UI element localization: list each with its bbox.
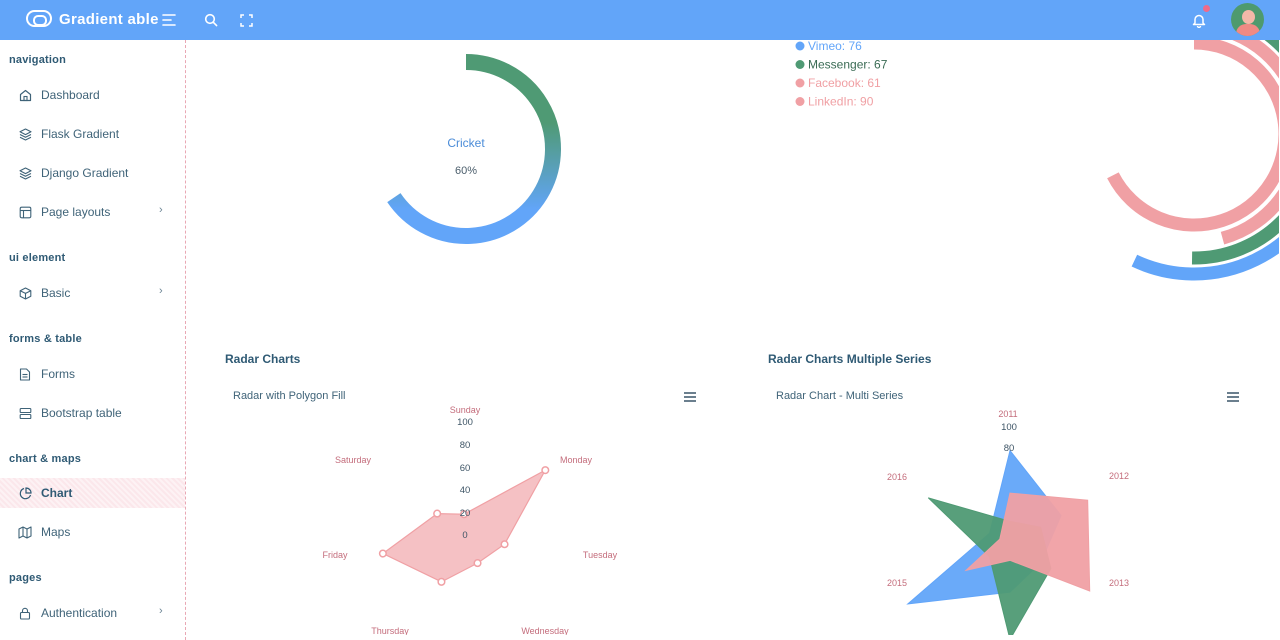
radial-bar-chart: Cricket 60%: [387, 54, 561, 244]
legend-item-vimeo: Vimeo: 76: [808, 40, 862, 53]
sidebar-item-forms[interactable]: Forms: [0, 359, 185, 389]
radial-legend: Vimeo: 76 Messenger: 67 Facebook: 61 Lin…: [795, 40, 888, 109]
radar-multi-section-title: Radar Charts Multiple Series: [768, 352, 932, 366]
radar-category-label: Thursday: [371, 626, 409, 635]
radar-tick-label: 60: [460, 463, 471, 474]
radar-category-label: Tuesday: [583, 550, 618, 560]
radar-category-label: Sunday: [450, 405, 481, 415]
home-icon: [18, 88, 32, 102]
nav-caption-ui-element: ui element: [9, 252, 66, 264]
sidebar-item-page-layouts[interactable]: Page layouts ›: [0, 197, 185, 227]
layers-icon: [18, 166, 32, 180]
radar-point-saturday: [433, 509, 442, 518]
sidebar-item-flask-gradient[interactable]: Flask Gradient: [0, 119, 185, 149]
sidebar-item-label: Bootstrap table: [41, 406, 122, 420]
radar-point-wednesday: [473, 559, 482, 568]
sidebar-item-label: Dashboard: [41, 88, 100, 102]
layers-icon: [18, 127, 32, 141]
radar-point-thursday: [437, 577, 446, 586]
lock-icon: [18, 606, 32, 620]
sidebar-item-label: Basic: [41, 286, 71, 300]
menu-toggle-icon[interactable]: [158, 8, 182, 32]
nav-caption-pages: pages: [9, 572, 42, 584]
legend-item-linkedin: LinkedIn: 90: [808, 95, 874, 109]
sidebar-item-label: Authentication: [41, 606, 118, 620]
radar-tick-label: 40: [460, 485, 471, 496]
radial-value: 60%: [455, 165, 477, 177]
main-content: Cricket 60% Vimeo: 76 Messenger: 67 Face…: [187, 40, 1280, 640]
sidebar-item-label: Django Gradient: [41, 166, 129, 180]
radar-category-label: 2011: [998, 409, 1017, 419]
radar-tick-label: 100: [457, 417, 473, 428]
notification-badge: [1203, 5, 1210, 12]
server-icon: [18, 406, 32, 420]
radar-tick-label: 20: [460, 508, 471, 519]
chevron-right-icon: ›: [159, 204, 163, 216]
nav-caption-navigation: navigation: [9, 54, 67, 66]
box-icon: [18, 286, 32, 300]
radar-category-label: 2012: [1109, 471, 1129, 481]
search-icon[interactable]: [199, 8, 223, 32]
legend-marker-vimeo: [795, 41, 805, 51]
radar-category-label: 2015: [887, 578, 907, 588]
legend-marker-linkedin: [795, 97, 805, 106]
radar-tick-label: 80: [1004, 443, 1015, 454]
sidebar-item-label: Chart: [41, 486, 73, 500]
chevron-right-icon: ›: [159, 285, 163, 297]
sidebar-item-authentication[interactable]: Authentication ›: [0, 598, 185, 628]
map-icon: [18, 525, 32, 539]
layout-icon: [18, 205, 32, 219]
sidebar-item-label: Flask Gradient: [41, 127, 120, 141]
sidebar-item-maps[interactable]: Maps: [0, 517, 185, 547]
nav-caption-forms-table: forms & table: [9, 333, 82, 345]
sidebar-item-bootstrap-table[interactable]: Bootstrap table: [0, 398, 185, 428]
sidebar-item-dashboard[interactable]: Dashboard: [0, 80, 185, 110]
sidebar-item-chart[interactable]: Chart: [0, 478, 185, 508]
radar-category-label: Saturday: [335, 455, 372, 465]
radar-multi-card-title: Radar Chart - Multi Series: [776, 390, 904, 402]
radar-category-label: Wednesday: [521, 626, 569, 635]
legend-marker-messenger: [795, 60, 805, 69]
multi-radial-bar-chart: Vimeo: 76 Messenger: 67 Facebook: 61 Lin…: [795, 40, 1279, 281]
sidebar-item-label: Maps: [41, 525, 71, 539]
file-text-icon: [18, 367, 32, 381]
legend-item-messenger: Messenger: 67: [808, 58, 888, 72]
chevron-right-icon: ›: [159, 605, 163, 617]
sidebar: navigation Dashboard Flask Gradient Djan…: [0, 40, 186, 640]
radar-tick-label: 0: [462, 530, 467, 541]
radar-category-label: Friday: [322, 550, 348, 560]
radar-chart: Sunday Monday Tuesday Wednesday Thursday Frid…: [322, 405, 618, 635]
chart-menu-icon[interactable]: [1226, 391, 1240, 403]
chart-menu-icon[interactable]: [683, 391, 697, 403]
sidebar-item-basic[interactable]: Basic ›: [0, 278, 185, 308]
brand-name: Gradient able: [59, 11, 159, 28]
radar-category-label: 2016: [887, 472, 907, 482]
top-header: Gradient able: [0, 0, 1280, 40]
logo-icon: [26, 10, 52, 27]
radial-label: Cricket: [447, 136, 485, 150]
radar-category-label: 2013: [1109, 578, 1129, 588]
pie-chart-icon: [18, 486, 32, 500]
radar-point-tuesday: [500, 540, 509, 549]
legend-item-facebook: Facebook: 61: [808, 76, 881, 90]
radar-card-title: Radar with Polygon Fill: [233, 390, 346, 402]
legend-marker-facebook: [795, 78, 805, 88]
nav-caption-chart-maps: chart & maps: [9, 453, 82, 465]
radar-tick-label: 80: [460, 440, 471, 451]
sidebar-item-label: Forms: [41, 367, 75, 381]
radar-section-title: Radar Charts: [225, 352, 301, 366]
radar-point-friday: [378, 549, 387, 558]
radar-point-monday: [541, 466, 550, 475]
fullscreen-icon[interactable]: [234, 8, 258, 32]
radar-multi-series-chart: 2011 2012 2013 2015 2016 100 80: [887, 409, 1129, 635]
avatar[interactable]: [1231, 3, 1264, 36]
radial-bar-linkedin: [1107, 40, 1279, 232]
radar-tick-label: 100: [1001, 422, 1017, 433]
sidebar-item-django-gradient[interactable]: Django Gradient: [0, 158, 185, 188]
radar-category-label: Monday: [560, 455, 593, 465]
sidebar-item-label: Page layouts: [41, 205, 111, 219]
